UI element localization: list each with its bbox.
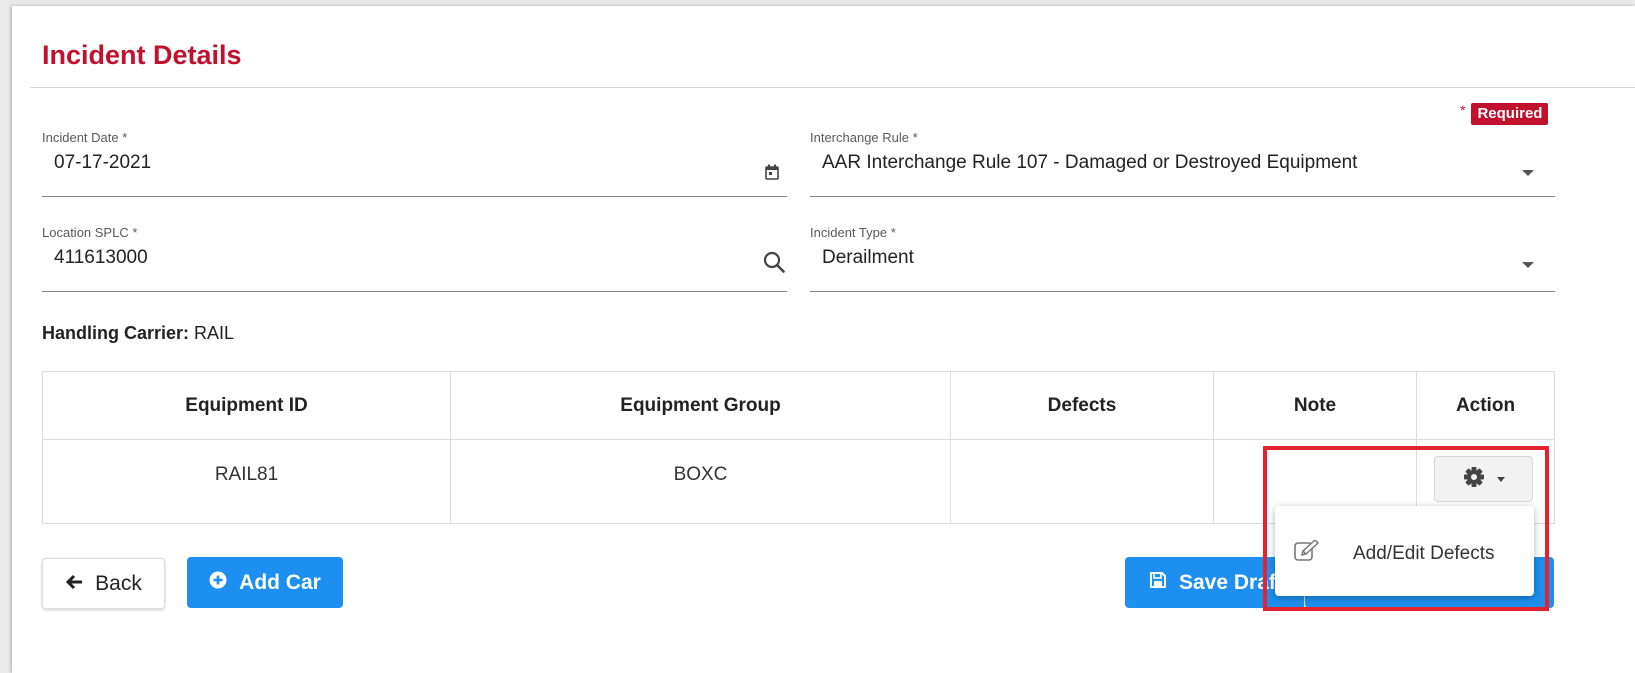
chevron-down-icon[interactable]	[1522, 262, 1534, 268]
required-badge: Required	[1471, 103, 1549, 125]
search-icon[interactable]	[763, 251, 785, 278]
title-divider	[30, 87, 1635, 88]
edit-icon	[1293, 538, 1321, 568]
incident-date-value[interactable]: 07-17-2021	[54, 152, 151, 174]
location-splc-value[interactable]: 411613000	[54, 247, 148, 269]
interchange-rule-value[interactable]: AAR Interchange Rule 107 - Damaged or De…	[822, 152, 1357, 174]
location-splc-underline	[42, 291, 787, 292]
column-header-defects: Defects	[950, 371, 1214, 440]
interchange-rule-label: Interchange Rule *	[810, 130, 918, 145]
column-header-action: Action	[1416, 371, 1555, 440]
save-icon	[1149, 571, 1167, 595]
interchange-rule-underline	[810, 196, 1555, 197]
page-title: Incident Details	[42, 40, 242, 70]
column-header-equipment-id: Equipment ID	[42, 371, 451, 440]
incident-type-underline	[810, 291, 1555, 292]
arrow-left-icon	[65, 572, 83, 596]
column-header-equipment-group: Equipment Group	[450, 371, 951, 440]
action-dropdown-menu: Add/Edit Defects	[1275, 506, 1534, 596]
save-draft-button-label: Save Draft	[1179, 570, 1283, 594]
column-header-note: Note	[1213, 371, 1417, 440]
handling-carrier: Handling Carrier: RAIL	[42, 323, 234, 344]
location-splc-field[interactable]: Location SPLC * 411613000	[42, 225, 787, 292]
defects-cell	[950, 439, 1214, 524]
back-button-label: Back	[95, 571, 142, 595]
plus-circle-icon	[209, 571, 227, 595]
action-gear-button[interactable]	[1434, 456, 1533, 502]
calendar-icon[interactable]	[765, 164, 779, 185]
incident-type-label: Incident Type *	[810, 225, 896, 240]
add-car-button-label: Add Car	[239, 570, 321, 594]
incident-date-field[interactable]: Incident Date * 07-17-2021	[42, 130, 787, 197]
required-star: *	[1460, 102, 1466, 118]
add-car-button[interactable]: Add Car	[187, 557, 343, 608]
incident-type-value[interactable]: Derailment	[822, 247, 914, 269]
back-button[interactable]: Back	[42, 558, 165, 609]
menu-item-label: Add/Edit Defects	[1353, 543, 1495, 564]
interchange-rule-select[interactable]: Interchange Rule * AAR Interchange Rule …	[810, 130, 1555, 197]
chevron-down-icon[interactable]	[1522, 170, 1534, 176]
equipment-group-cell: BOXC	[450, 439, 951, 524]
incident-date-underline	[42, 196, 787, 197]
incident-date-label: Incident Date *	[42, 130, 128, 145]
location-splc-label: Location SPLC *	[42, 225, 138, 240]
gear-icon	[1463, 466, 1485, 493]
required-indicator: * Required	[1460, 102, 1549, 125]
table-header-row: Equipment ID Equipment Group Defects Not…	[42, 371, 1555, 440]
incident-type-select[interactable]: Incident Type * Derailment	[810, 225, 1555, 292]
handling-carrier-value: RAIL	[194, 323, 235, 343]
menu-item-add-edit-defects[interactable]: Add/Edit Defects	[1293, 538, 1495, 568]
handling-carrier-label: Handling Carrier:	[42, 323, 190, 343]
equipment-id-cell: RAIL81	[42, 439, 451, 524]
equipment-table: Equipment ID Equipment Group Defects Not…	[42, 371, 1555, 524]
chevron-down-icon	[1496, 476, 1505, 482]
